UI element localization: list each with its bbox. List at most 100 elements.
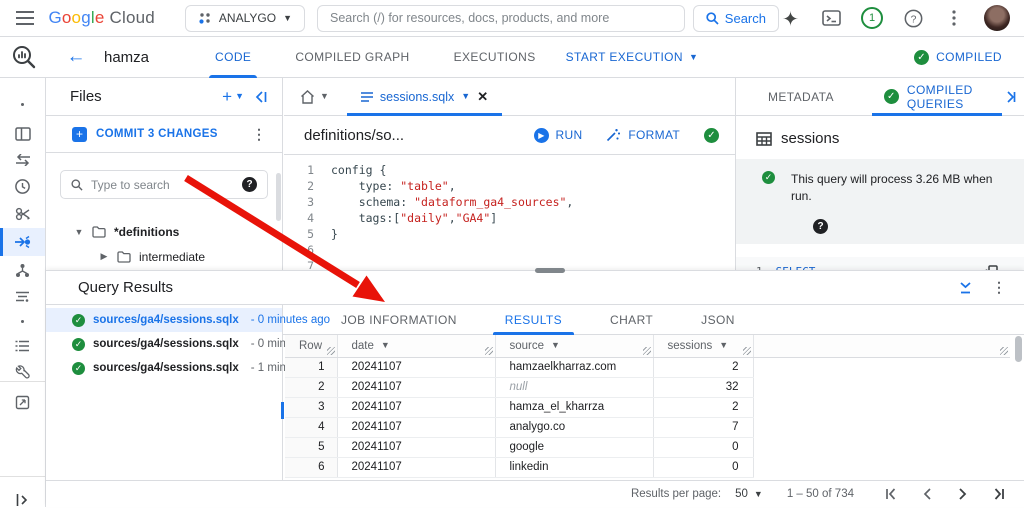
tab-code[interactable]: CODE: [193, 37, 273, 78]
files-panel-header: Files + ▼: [46, 78, 282, 116]
active-sessions-badge[interactable]: 1: [861, 7, 883, 29]
close-tab-icon[interactable]: ✕: [477, 89, 488, 105]
tree-item-definitions[interactable]: ▼ *definitions: [46, 219, 282, 244]
back-arrow-icon[interactable]: ←: [62, 46, 90, 68]
logo-google-word: Google: [48, 8, 104, 28]
info-help-icon[interactable]: ?: [813, 219, 828, 234]
rail-dataform-icon[interactable]: [0, 228, 45, 256]
start-execution-button[interactable]: START EXECUTION ▼: [566, 50, 699, 64]
next-page-icon[interactable]: [952, 488, 974, 500]
tab-compiled-queries[interactable]: ✓ COMPILED QUERIES: [872, 78, 1002, 116]
menu-icon[interactable]: [10, 3, 40, 33]
check-circle-icon: ✓: [72, 314, 85, 327]
collapse-right-panel-icon[interactable]: [1002, 91, 1016, 103]
previous-page-icon[interactable]: [916, 488, 938, 500]
table-row[interactable]: 620241107linkedin0: [285, 457, 1010, 477]
column-header-sessions[interactable]: sessions▼: [653, 335, 753, 357]
project-selector[interactable]: ANALYGO ▼: [185, 5, 305, 32]
page-size-selector[interactable]: 50 ▼: [735, 488, 763, 500]
rail-expand-panel-icon[interactable]: [0, 486, 45, 514]
more-options-icon[interactable]: [943, 7, 965, 29]
tab-metadata[interactable]: METADATA: [756, 78, 846, 116]
cloud-shell-icon[interactable]: [820, 7, 842, 29]
home-tab[interactable]: ▼: [300, 90, 329, 104]
first-page-icon[interactable]: [880, 488, 902, 500]
commit-more-options-icon[interactable]: ⋮: [248, 126, 270, 143]
rail-list-icon[interactable]: [0, 332, 45, 360]
column-resize-handle[interactable]: [643, 347, 651, 355]
gemini-sparkle-icon[interactable]: [779, 7, 801, 29]
check-circle-icon: ✓: [762, 171, 775, 184]
dataform-logo-icon[interactable]: [0, 44, 48, 70]
rail-panel-icon[interactable]: [0, 120, 45, 148]
table-row[interactable]: 320241107hamza_el_kharrza2: [285, 397, 1010, 417]
last-page-icon[interactable]: [988, 488, 1010, 500]
folder-icon: [117, 251, 131, 263]
results-more-options-icon[interactable]: ⋮: [988, 279, 1010, 296]
tab-compiled-graph[interactable]: COMPILED GRAPH: [273, 37, 431, 78]
table-cell: null: [495, 377, 653, 397]
column-header-date[interactable]: date▼: [337, 335, 495, 357]
query-file-name: sources/ga4/sessions.sqlx: [93, 338, 239, 350]
search-help-icon[interactable]: ?: [242, 177, 257, 192]
column-resize-handle[interactable]: [485, 347, 493, 355]
tab-executions[interactable]: EXECUTIONS: [432, 37, 558, 78]
table-row[interactable]: 520241107google0: [285, 437, 1010, 457]
format-label: FORMAT: [628, 128, 680, 142]
table-cell: 2: [653, 397, 753, 417]
query-history-item[interactable]: ✓sources/ga4/sessions.sqlx- 0 minutes ag…: [46, 332, 282, 356]
search-button[interactable]: Search: [693, 5, 779, 32]
new-file-button[interactable]: + ▼: [222, 87, 244, 107]
check-circle-icon: ✓: [72, 338, 85, 351]
sort-icon[interactable]: ▼: [551, 341, 560, 350]
column-header-empty: [753, 335, 1010, 357]
tab-results[interactable]: RESULTS: [481, 305, 586, 335]
table-row[interactable]: 120241107hamzaelkharraz.com2: [285, 357, 1010, 377]
chevron-expanded-icon[interactable]: ▼: [74, 227, 84, 237]
editor-tab-label: sessions.sqlx: [380, 90, 454, 104]
commit-changes-button[interactable]: COMMIT 3 CHANGES: [96, 128, 218, 140]
table-cell: 4: [285, 417, 337, 437]
global-search-input[interactable]: Search (/) for resources, docs, products…: [317, 5, 685, 32]
run-button[interactable]: ▶ RUN: [534, 128, 583, 143]
compiled-table-title: sessions: [736, 116, 1024, 147]
collapse-results-icon[interactable]: [959, 282, 972, 294]
files-scrollbar[interactable]: [276, 173, 281, 221]
help-icon[interactable]: ?: [902, 7, 924, 29]
format-button[interactable]: FORMAT: [606, 128, 680, 142]
editor-tab-sessions-sqlx[interactable]: sessions.sqlx ▼ ✕: [347, 78, 502, 116]
commit-row: + COMMIT 3 CHANGES ⋮: [46, 116, 282, 153]
tab-chart[interactable]: CHART: [586, 305, 677, 335]
query-history-item[interactable]: ✓sources/ga4/sessions.sqlx- 0 minutes ag…: [46, 308, 282, 332]
table-cell: 7: [653, 417, 753, 437]
rail-schedule-icon[interactable]: [0, 172, 45, 200]
tree-item-intermediate[interactable]: ▶ intermediate: [46, 244, 282, 269]
tab-job-information[interactable]: JOB INFORMATION: [317, 305, 481, 335]
rail-network-icon[interactable]: [0, 256, 45, 284]
column-header-source[interactable]: source▼: [495, 335, 653, 357]
rail-filter-icon[interactable]: [0, 282, 45, 310]
user-avatar[interactable]: [984, 5, 1010, 31]
table-cell: google: [495, 437, 653, 457]
rail-sessions-icon[interactable]: [0, 200, 45, 228]
sort-icon[interactable]: ▼: [381, 341, 390, 350]
chevron-down-icon: ▼: [320, 92, 329, 101]
tab-json[interactable]: JSON: [677, 305, 759, 335]
table-scrollbar[interactable]: [1014, 336, 1023, 479]
panel-drag-handle[interactable]: [535, 268, 565, 273]
query-history-item[interactable]: ✓sources/ga4/sessions.sqlx- 1 minute ago: [46, 356, 282, 380]
table-row[interactable]: 220241107null32: [285, 377, 1010, 397]
chevron-collapsed-icon[interactable]: ▶: [99, 251, 109, 262]
sort-icon[interactable]: ▼: [719, 341, 728, 350]
column-resize-handle[interactable]: [743, 347, 751, 355]
collapse-files-panel-icon[interactable]: [254, 91, 268, 103]
column-resize-handle[interactable]: [1000, 347, 1008, 355]
rail-release-config-icon[interactable]: [0, 388, 45, 416]
commit-plus-icon[interactable]: +: [72, 127, 87, 142]
rail-transfer-icon[interactable]: [0, 146, 45, 174]
code-editor[interactable]: 1config {2 type: "table",3 schema: "data…: [284, 155, 735, 269]
file-search-input[interactable]: Type to search ?: [60, 170, 268, 199]
column-resize-handle[interactable]: [327, 347, 335, 355]
table-row[interactable]: 420241107analygo.co7: [285, 417, 1010, 437]
column-header-row[interactable]: Row: [285, 335, 337, 357]
